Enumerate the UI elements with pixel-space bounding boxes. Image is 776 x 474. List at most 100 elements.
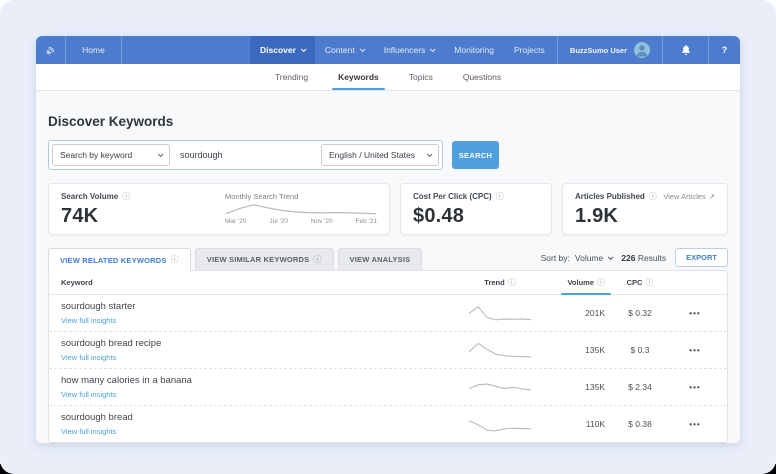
header-keyword: Keyword xyxy=(61,278,93,287)
keywords-table: Keyword Trend ⓘ Volume ⓘ CPC ⓘ sourdough… xyxy=(48,270,728,443)
tab-analysis[interactable]: VIEW ANALYSIS xyxy=(337,248,423,270)
search-volume-value: 74K xyxy=(61,205,99,227)
keyword-text: sourdough bread xyxy=(61,412,133,423)
discover-subtabs: Trending Keywords Topics Questions xyxy=(36,64,740,91)
trend-sparkline xyxy=(468,306,532,321)
view-insights-link[interactable]: View full insights xyxy=(61,316,455,325)
view-insights-link[interactable]: View full insights xyxy=(61,353,455,362)
person-icon xyxy=(636,45,648,57)
user-name: BuzzSumo User xyxy=(569,45,627,55)
row-menu-button[interactable]: ••• xyxy=(689,420,700,429)
view-articles-link[interactable]: View Articles ↗ xyxy=(663,192,715,201)
tab-trending[interactable]: Trending xyxy=(273,64,310,90)
cpc-card: Cost Per Click (CPC) ⓘ $0.48 xyxy=(400,183,552,235)
tab-label: VIEW SIMILAR KEYWORDS xyxy=(206,255,310,264)
trend-sparkline xyxy=(468,342,532,358)
chevron-down-icon xyxy=(430,46,436,53)
header-trend[interactable]: Trend ⓘ xyxy=(455,278,545,287)
table-row: sourdough bread View full insights 110K … xyxy=(49,405,727,442)
info-icon: ⓘ xyxy=(597,277,605,287)
info-icon: ⓘ xyxy=(170,255,179,264)
info-icon[interactable]: ⓘ xyxy=(649,192,657,201)
chevron-down-icon xyxy=(426,151,433,158)
volume-value: 135K xyxy=(585,345,605,355)
chevron-down-icon xyxy=(608,253,614,260)
nav-item-monitoring[interactable]: Monitoring xyxy=(444,36,504,64)
table-row: how many calories in a banana View full … xyxy=(49,368,727,405)
tick-label: Nov '20 xyxy=(310,218,333,225)
user-menu[interactable]: BuzzSumo User xyxy=(556,36,662,64)
view-articles-label: View Articles xyxy=(663,192,706,201)
tab-label: Questions xyxy=(462,72,502,82)
trend-sparkline xyxy=(468,383,532,391)
tab-label: VIEW ANALYSIS xyxy=(349,255,411,264)
search-type-value: Search by keyword xyxy=(60,150,133,160)
tab-label: Keywords xyxy=(338,72,379,82)
info-icon: ⓘ xyxy=(313,254,322,264)
search-type-select[interactable]: Search by keyword xyxy=(52,144,170,166)
row-menu-button[interactable]: ••• xyxy=(689,309,700,318)
buzzsumo-logo-glyph xyxy=(46,46,55,54)
keyword-text: sourdough starter xyxy=(61,301,136,312)
search-box: Search by keyword English / United State… xyxy=(48,140,443,170)
search-button[interactable]: SEARCH xyxy=(452,141,499,169)
tab-topics[interactable]: Topics xyxy=(407,64,435,90)
cpc-value: $0.48 xyxy=(413,205,465,227)
stats-row: Search Volume ⓘ 74K Monthly Search Trend… xyxy=(48,183,728,235)
results-toolbar: Sort by: Volume 226 Results EXPORT xyxy=(541,248,728,270)
tab-questions[interactable]: Questions xyxy=(461,64,503,90)
tab-related-keywords[interactable]: VIEW RELATED KEYWORDS ⓘ xyxy=(48,248,191,271)
sort-by-dropdown[interactable]: Sort by: Volume xyxy=(540,252,614,263)
tick-label: Mar '20 xyxy=(225,218,247,225)
nav-right-group: BuzzSumo User ? xyxy=(556,36,740,64)
nav-item-label: Home xyxy=(82,45,105,55)
notifications-button[interactable] xyxy=(662,36,708,64)
cpc-label: Cost Per Click (CPC) xyxy=(413,192,492,201)
cpc-value: $ 0.38 xyxy=(628,419,652,429)
locale-select[interactable]: English / United States xyxy=(321,144,439,166)
header-volume[interactable]: Volume ⓘ xyxy=(545,277,611,295)
table-row: sourdough starter View full insights 201… xyxy=(49,295,727,331)
tab-keywords[interactable]: Keywords xyxy=(332,64,385,90)
tick-label: Jul '20 xyxy=(269,218,288,225)
chevron-down-icon xyxy=(359,46,366,53)
row-menu-button[interactable]: ••• xyxy=(689,346,700,355)
nav-item-discover[interactable]: Discover xyxy=(250,36,315,64)
results-label: Results xyxy=(637,252,667,263)
nav-item-home[interactable]: Home xyxy=(66,36,122,64)
tab-similar-keywords[interactable]: VIEW SIMILAR KEYWORDS ⓘ xyxy=(194,248,334,270)
buzzsumo-app-window: Home Discover Content Influencers Monito… xyxy=(36,36,740,443)
tick-label: Feb '21 xyxy=(355,218,377,225)
chevron-down-icon xyxy=(157,151,164,158)
row-menu-button[interactable]: ••• xyxy=(689,383,700,392)
header-trend-label: Trend xyxy=(484,278,505,287)
avatar xyxy=(634,42,650,58)
bell-icon xyxy=(681,45,690,55)
info-icon: ⓘ xyxy=(645,277,654,287)
buzzsumo-logo-icon[interactable] xyxy=(36,36,66,64)
sort-by-label: Sort by: xyxy=(540,252,570,263)
info-icon[interactable]: ⓘ xyxy=(496,192,504,201)
main-content: Discover Keywords Search by keyword Engl… xyxy=(36,114,740,443)
search-volume-label: Search Volume xyxy=(61,192,119,201)
monthly-trend-sparkline xyxy=(225,204,377,215)
help-button[interactable]: ? xyxy=(708,36,740,64)
articles-value: 1.9K xyxy=(575,205,619,227)
header-cpc[interactable]: CPC ⓘ xyxy=(605,278,675,287)
nav-item-label: Monitoring xyxy=(454,45,494,55)
chevron-down-icon xyxy=(300,46,307,53)
volume-value: 110K xyxy=(585,419,605,429)
keyword-search-input[interactable] xyxy=(180,150,321,160)
screen-background: Home Discover Content Influencers Monito… xyxy=(0,0,776,474)
nav-item-influencers[interactable]: Influencers xyxy=(374,36,445,64)
nav-item-projects[interactable]: Projects xyxy=(504,36,555,64)
export-button[interactable]: EXPORT xyxy=(675,248,728,267)
view-insights-link[interactable]: View full insights xyxy=(61,390,455,399)
monthly-trend-block: Monthly Search Trend Mar '20 Jul '20 Nov… xyxy=(225,192,377,226)
nav-item-content[interactable]: Content xyxy=(315,36,374,64)
view-insights-link[interactable]: View full insights xyxy=(61,427,455,436)
top-nav: Home Discover Content Influencers Monito… xyxy=(36,36,740,64)
info-icon[interactable]: ⓘ xyxy=(122,192,130,201)
monthly-trend-ticks: Mar '20 Jul '20 Nov '20 Feb '21 xyxy=(225,218,377,225)
search-volume-block: Search Volume ⓘ 74K xyxy=(61,192,130,227)
